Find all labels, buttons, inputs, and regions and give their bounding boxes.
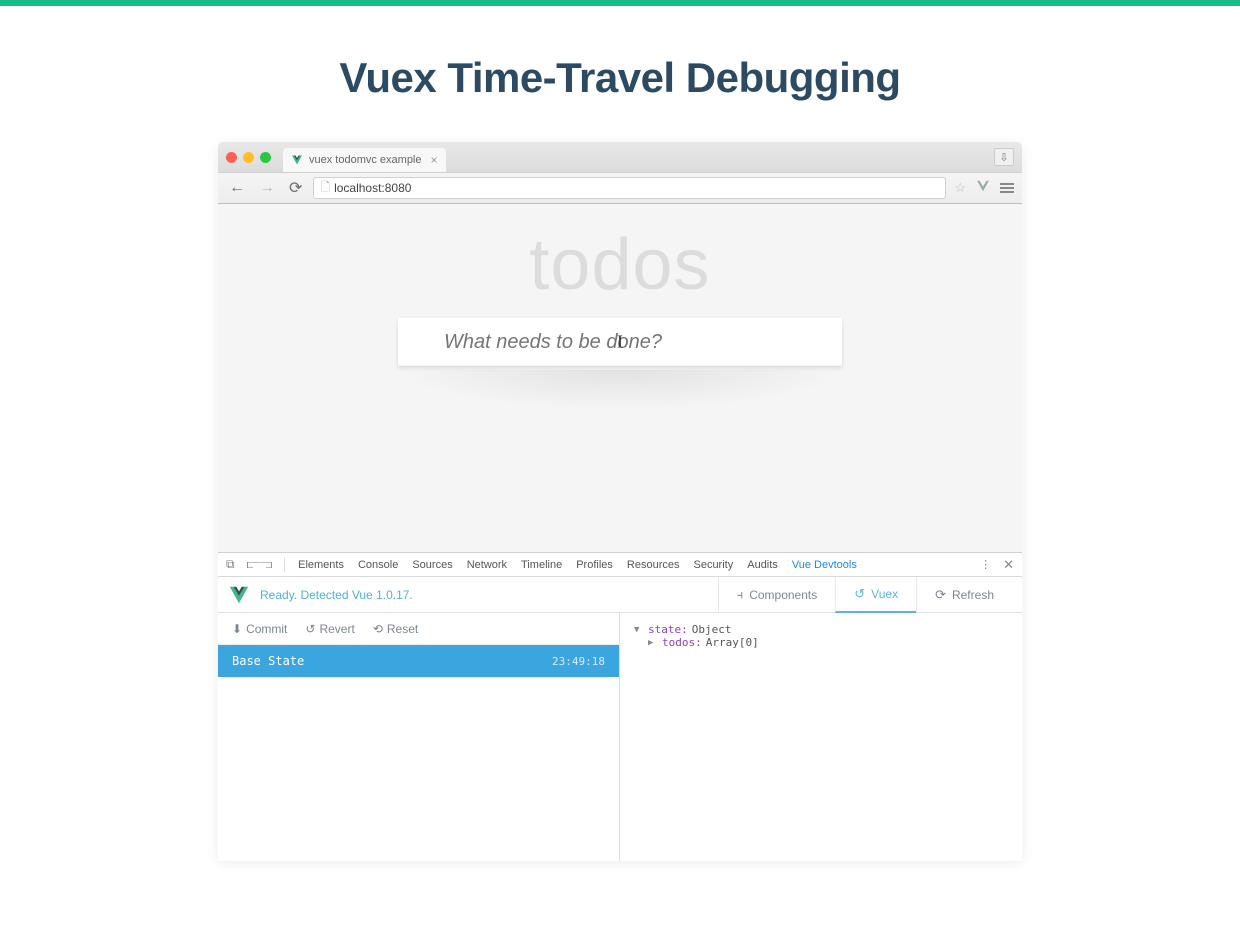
text-cursor-icon: I [617,332,623,353]
tab-sources[interactable]: Sources [411,559,453,571]
vue-extension-icon[interactable] [976,179,990,198]
page-icon: 🗋 [320,178,330,199]
vue-status-text: Ready. Detected Vue 1.0.17. [260,588,413,602]
tab-network[interactable]: Network [466,559,508,571]
refresh-icon: ⟳ [935,587,946,603]
separator [284,558,285,572]
download-icon: ⬇ [232,622,242,636]
reload-button[interactable]: ⟳ [286,178,305,198]
state-line-root[interactable]: ▼ state: Object [634,623,1008,636]
user-profile-icon[interactable]: ⇩ [994,148,1014,166]
state-key-todos: todos: [662,636,702,649]
tab-title: vuex todomvc example [309,154,422,166]
page-title: Vuex Time-Travel Debugging [0,54,1240,102]
reset-icon: ⟲ [373,622,383,636]
devtools-panel: ⧉ ⫍⫎ Elements Console Sources Network Ti… [218,552,1022,861]
commit-button[interactable]: ⬇ Commit [232,622,287,636]
url-input[interactable]: 🗋 localhost:8080 [313,177,946,199]
back-button[interactable]: ← [226,179,248,197]
browser-tab-bar: vuex todomvc example × ⇩ [218,142,1022,172]
vuex-tab[interactable]: ↺ Vuex [835,577,916,613]
vuex-panel: ⬇ Commit ↺ Revert ⟲ Reset Base State 23:… [218,613,1022,861]
vue-favicon-icon [291,154,303,166]
mutations-pane: ⬇ Commit ↺ Revert ⟲ Reset Base State 23:… [218,613,620,861]
reset-label: Reset [387,622,418,636]
base-state-label: Base State [232,654,304,668]
inspect-icon[interactable]: ⧉ [226,557,235,572]
vue-logo-icon [228,584,250,606]
vuex-toolbar: ⬇ Commit ↺ Revert ⟲ Reset [218,613,619,645]
todo-input-wrap: I [398,318,842,366]
state-val: Object [692,623,732,636]
app-heading: todos [529,224,710,306]
base-state-row[interactable]: Base State 23:49:18 [218,645,619,677]
page-viewport: todos I [218,204,1022,552]
input-shadow [398,370,842,410]
state-inspector: ▼ state: Object ▶ todos: Array[0] [620,613,1022,861]
reset-button[interactable]: ⟲ Reset [373,622,418,636]
minimize-window-icon[interactable] [243,152,254,163]
bookmark-icon[interactable]: ☆ [954,180,966,196]
overflow-menu-icon[interactable]: ⋮ [980,558,991,571]
components-icon: ⫞ [737,587,744,603]
vue-devtools-header: Ready. Detected Vue 1.0.17. ⫞ Components… [218,577,1022,613]
address-bar: ← → ⟳ 🗋 localhost:8080 ☆ [218,172,1022,204]
tab-timeline[interactable]: Timeline [520,559,563,571]
expand-arrow-icon[interactable]: ▶ [648,638,658,648]
tab-elements[interactable]: Elements [297,559,345,571]
refresh-label: Refresh [952,588,994,602]
forward-button[interactable]: → [256,179,278,197]
tab-profiles[interactable]: Profiles [575,559,614,571]
vuex-label: Vuex [871,587,898,601]
tab-security[interactable]: Security [692,559,734,571]
revert-button[interactable]: ↺ Revert [305,622,354,636]
device-toggle-icon[interactable]: ⫍⫎ [247,557,273,572]
tab-vue-devtools[interactable]: Vue Devtools [791,559,858,571]
revert-label: Revert [319,622,354,636]
accent-bar [0,0,1240,6]
tab-resources[interactable]: Resources [626,559,681,571]
menu-icon[interactable] [1000,183,1014,193]
tab-audits[interactable]: Audits [746,559,779,571]
browser-tab[interactable]: vuex todomvc example × [283,148,446,172]
close-tab-icon[interactable]: × [430,153,437,167]
state-key: state: [648,623,688,636]
history-icon: ↺ [854,586,865,602]
close-devtools-icon[interactable]: ✕ [1003,557,1014,573]
components-tab[interactable]: ⫞ Components [718,577,836,613]
base-state-time: 23:49:18 [552,655,605,668]
url-text: localhost:8080 [334,181,411,195]
refresh-button[interactable]: ⟳ Refresh [916,577,1012,613]
state-line-todos[interactable]: ▶ todos: Array[0] [634,636,1008,649]
revert-icon: ↺ [305,622,315,636]
maximize-window-icon[interactable] [260,152,271,163]
browser-window: vuex todomvc example × ⇩ ← → ⟳ 🗋 localho… [218,142,1022,861]
window-controls [226,152,271,163]
close-window-icon[interactable] [226,152,237,163]
commit-label: Commit [246,622,287,636]
collapse-arrow-icon[interactable]: ▼ [634,625,644,635]
components-label: Components [749,588,817,602]
tab-console[interactable]: Console [357,559,399,571]
devtools-tab-row: ⧉ ⫍⫎ Elements Console Sources Network Ti… [218,553,1022,577]
state-val-todos: Array[0] [706,636,759,649]
